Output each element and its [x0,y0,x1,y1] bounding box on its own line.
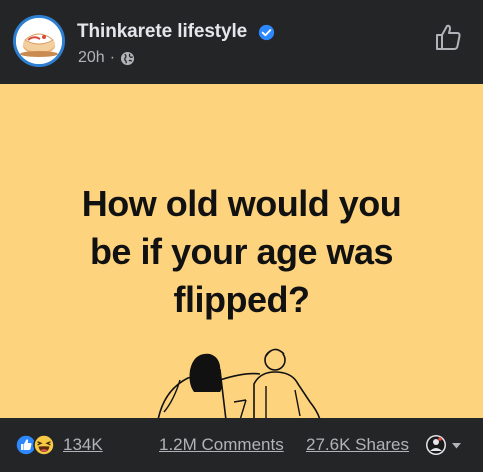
share-as-selector[interactable] [425,433,469,457]
post-timestamp[interactable]: 20h [78,49,105,67]
post-engagement-bar: 134K 1.2M Comments 27.6K Shares [0,418,483,472]
caret-down-icon [452,443,461,449]
facebook-post: Thinkarete lifestyle 20h · How old would… [0,0,483,472]
post-meta: 20h · [78,49,135,67]
comments-count-link[interactable]: 1.2M Comments [159,435,284,455]
friends-illustration [157,348,321,418]
post-image[interactable]: How old would you be if your age was fli… [0,84,483,418]
post-header: Thinkarete lifestyle 20h · [0,0,483,84]
reactions-count-link[interactable]: 134K [63,435,103,455]
shares-count-link[interactable]: 27.6K Shares [306,435,409,455]
page-name-link[interactable]: Thinkarete lifestyle [77,21,247,43]
post-text-line: flipped? [173,279,310,320]
verified-badge-icon [258,24,275,41]
cake-logo-icon [16,18,62,64]
globe-icon[interactable] [120,51,135,66]
post-text-line: be if your age was [89,231,394,272]
haha-reaction-icon [33,434,55,456]
reaction-icons[interactable] [15,434,57,456]
like-reaction-icon [15,434,37,456]
page-avatar[interactable] [13,15,65,67]
post-text-line: How old would you [81,183,402,224]
thumbs-up-outline-icon[interactable] [433,22,463,52]
post-image-text: How old would you be if your age was fli… [0,180,483,324]
meta-separator: · [109,49,116,66]
profile-avatar-icon [426,435,446,455]
